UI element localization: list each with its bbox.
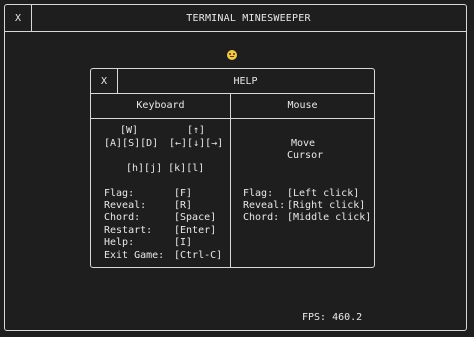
kb-key-label: [I] (174, 237, 193, 248)
window-titlebar: X TERMINAL MINESWEEPER (5, 5, 466, 32)
column-divider (230, 118, 231, 267)
keyboard-column-header: Keyboard (91, 93, 231, 119)
kb-action-label: Help: (104, 237, 135, 248)
arrow-up-key: [↑] (187, 125, 206, 136)
help-dialog: X HELP Keyboard Mouse [W] [A][S][D] [↑] … (90, 68, 375, 268)
fps-counter: FPS: 460.2 (302, 312, 363, 323)
arrow-row-keys: [←][↓][→] (169, 138, 224, 149)
wasd-row-keys: [A][S][D] (104, 138, 159, 149)
mouse-column-header: Mouse (231, 93, 374, 119)
vim-keys: [h][j] [k][l] (126, 163, 205, 174)
kb-action-label: Chord: (104, 212, 141, 223)
help-titlebar: X HELP (91, 69, 374, 94)
kb-key-label: [Space] (174, 212, 217, 223)
kb-action-label: Reveal: (104, 200, 147, 211)
mouse-cursor-label: Cursor (287, 150, 324, 161)
kb-key-label: [F] (174, 188, 193, 199)
mouse-action-label: Flag: (243, 188, 274, 199)
kb-key-label: [Ctrl-C] (174, 250, 223, 261)
mouse-move-label: Move (291, 138, 316, 149)
mouse-action-label: Reveal: (243, 200, 286, 211)
kb-key-label: [R] (174, 200, 193, 211)
kb-key-label: [Enter] (174, 225, 217, 236)
mouse-key-label: [Right click] (287, 200, 366, 211)
mouse-key-label: [Middle click] (287, 212, 372, 223)
help-close-button[interactable]: X (91, 69, 118, 93)
kb-action-label: Restart: (104, 225, 153, 236)
kb-action-label: Flag: (104, 188, 135, 199)
window-title: TERMINAL MINESWEEPER (186, 12, 311, 24)
window-close-button[interactable]: X (5, 5, 32, 31)
smiley-face-icon[interactable] (227, 50, 237, 60)
kb-action-label: Exit Game: (104, 250, 165, 261)
mouse-key-label: [Left click] (287, 188, 360, 199)
help-title: HELP (233, 75, 258, 87)
mouse-action-label: Chord: (243, 212, 280, 223)
wasd-up-key: [W] (120, 125, 139, 136)
